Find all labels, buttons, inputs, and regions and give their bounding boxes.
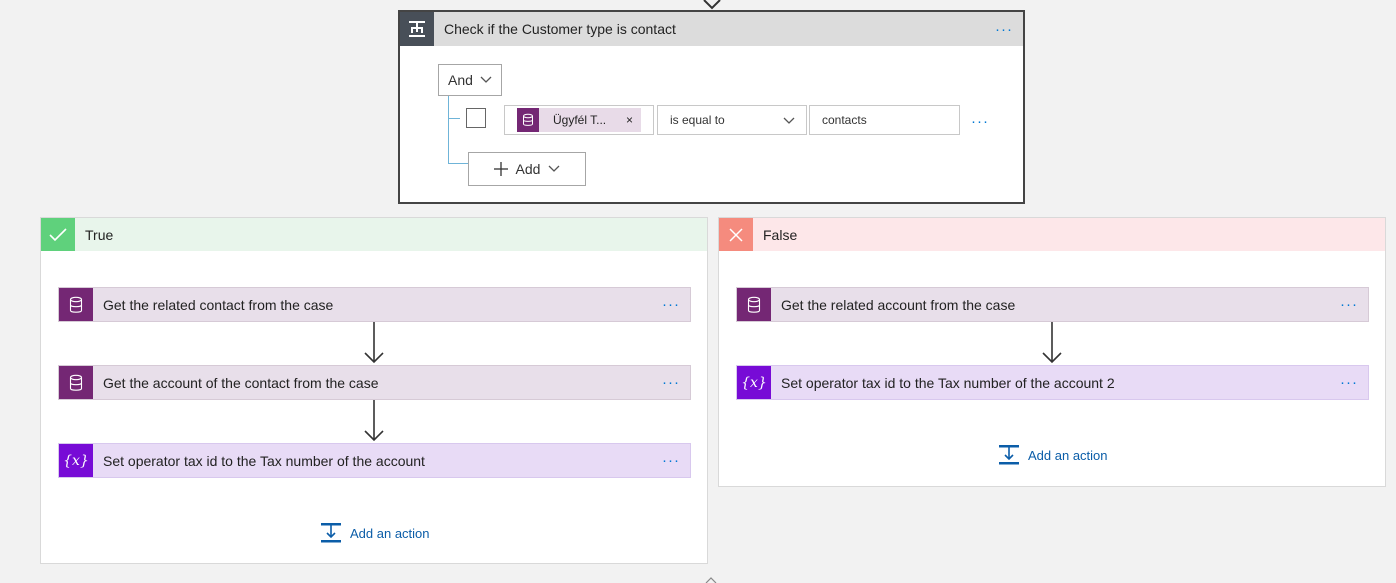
action-title: Set operator tax id to the Tax number of…	[781, 374, 1115, 391]
true-branch-label: True	[85, 226, 114, 243]
variable-icon: {x}	[737, 366, 771, 399]
action-more-button[interactable]: ···	[662, 375, 680, 390]
action-get-related-account[interactable]: Get the related account from the case ··…	[736, 287, 1369, 322]
chevron-down-icon	[783, 117, 795, 124]
remove-token-button[interactable]: ×	[626, 113, 633, 127]
add-condition-button[interactable]: Add	[468, 152, 586, 186]
add-action-button[interactable]: Add an action	[320, 522, 430, 544]
action-more-button[interactable]: ···	[1340, 297, 1358, 312]
variable-icon: {x}	[59, 444, 93, 477]
token-label: Ügyfél T...	[553, 113, 607, 127]
plus-icon	[493, 162, 508, 176]
group-operator-dropdown[interactable]: And	[438, 64, 502, 96]
false-branch-label: False	[763, 226, 798, 243]
action-title: Set operator tax id to the Tax number of…	[103, 452, 425, 469]
true-branch: True Get the related contact from the ca…	[40, 217, 708, 564]
incoming-arrow	[703, 0, 721, 10]
action-title: Get the related account from the case	[781, 296, 1016, 313]
condition-card: Check if the Customer type is contact ··…	[398, 10, 1025, 204]
add-label: Add	[515, 161, 541, 177]
condition-icon	[400, 12, 434, 46]
tree-line-row	[448, 118, 460, 119]
false-branch-header: False	[719, 218, 1385, 251]
condition-left-operand-field[interactable]: Ügyfél T... ×	[504, 105, 654, 135]
arrow-down-icon	[364, 322, 384, 364]
chevron-down-icon	[548, 165, 560, 172]
arrow-down-icon	[364, 400, 384, 442]
tree-line-vertical	[448, 96, 449, 164]
database-icon	[737, 288, 771, 321]
variable-icon-glyph: {x}	[741, 374, 767, 391]
database-icon	[517, 108, 539, 132]
database-icon	[59, 288, 93, 321]
action-get-contact-account[interactable]: Get the account of the contact from the …	[58, 365, 691, 400]
condition-value-input[interactable]: contacts	[809, 105, 960, 135]
checkmark-icon	[41, 218, 75, 251]
add-action-label: Add an action	[1028, 447, 1108, 463]
action-more-button[interactable]: ···	[662, 453, 680, 468]
add-action-icon	[999, 445, 1019, 465]
false-branch: False Get the related account from the c…	[718, 217, 1386, 487]
add-action-label: Add an action	[350, 525, 430, 541]
operator-value: is equal to	[670, 113, 725, 127]
row-select-checkbox[interactable]	[466, 108, 486, 128]
tree-line-add	[448, 163, 468, 164]
chevron-down-icon	[480, 76, 492, 83]
arrow-down-icon	[1042, 322, 1062, 364]
close-icon	[719, 218, 753, 251]
database-icon	[59, 366, 93, 399]
action-more-button[interactable]: ···	[1340, 375, 1358, 390]
action-get-related-contact[interactable]: Get the related contact from the case ··…	[58, 287, 691, 322]
dynamic-content-token[interactable]: Ügyfél T... ×	[517, 108, 641, 132]
row-more-button[interactable]: ···	[971, 114, 989, 129]
action-more-button[interactable]: ···	[662, 297, 680, 312]
condition-title: Check if the Customer type is contact	[444, 21, 676, 37]
add-action-icon	[321, 523, 341, 543]
action-title: Get the related contact from the case	[103, 296, 334, 313]
outgoing-connector	[705, 577, 717, 583]
action-set-operator-tax-id[interactable]: {x} Set operator tax id to the Tax numbe…	[58, 443, 691, 478]
condition-operator-dropdown[interactable]: is equal to	[657, 105, 807, 135]
condition-more-button[interactable]: ···	[995, 22, 1013, 37]
add-action-button[interactable]: Add an action	[998, 444, 1108, 466]
action-set-operator-tax-id-2[interactable]: {x} Set operator tax id to the Tax numbe…	[736, 365, 1369, 400]
true-branch-header: True	[41, 218, 707, 251]
group-operator-value: And	[448, 72, 473, 88]
action-title: Get the account of the contact from the …	[103, 374, 379, 391]
variable-icon-glyph: {x}	[63, 452, 89, 469]
condition-header[interactable]: Check if the Customer type is contact ··…	[400, 12, 1023, 46]
